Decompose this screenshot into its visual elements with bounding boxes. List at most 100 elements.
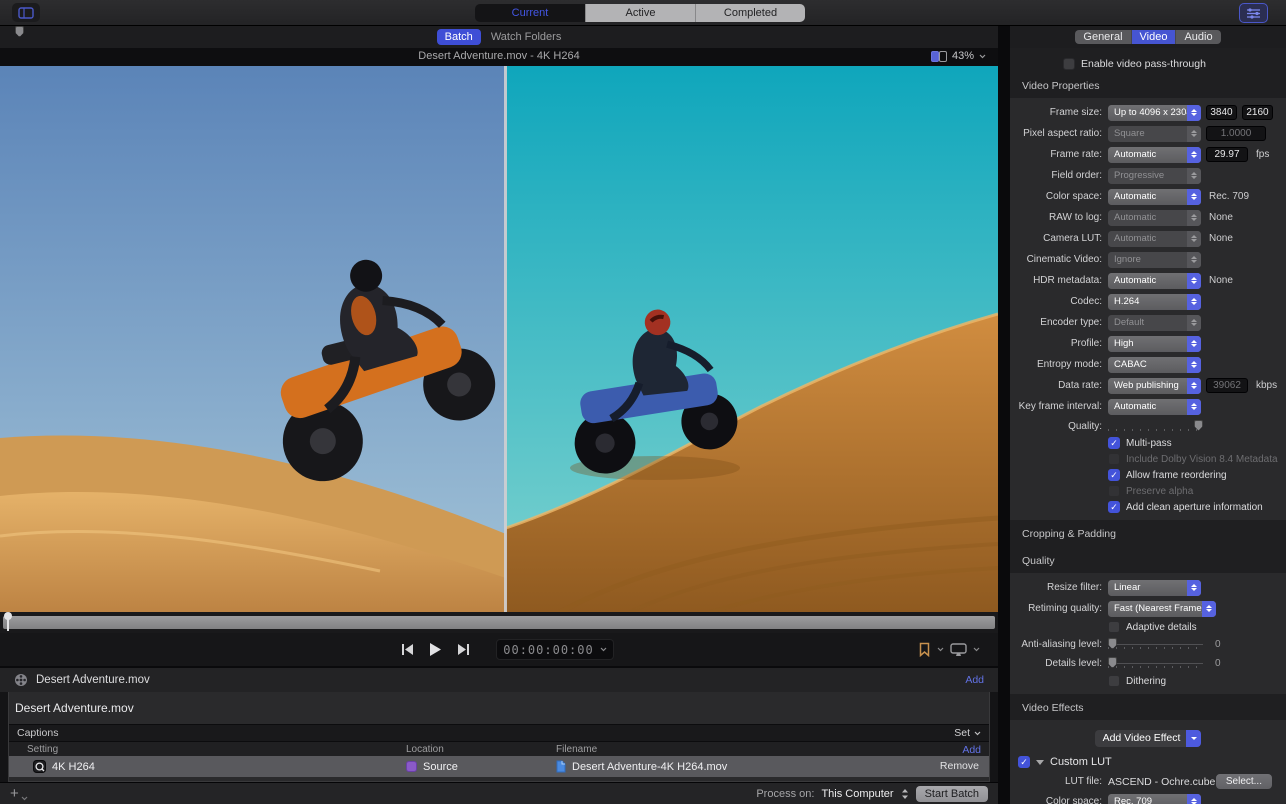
timecode-value: 00:00:00:00 — [503, 642, 594, 657]
playhead[interactable] — [4, 612, 12, 631]
display-icon[interactable] — [950, 642, 967, 657]
chevron-down-icon — [600, 647, 607, 652]
anti-aliasing-slider[interactable] — [1108, 638, 1203, 651]
dithering-checkbox[interactable] — [1108, 675, 1120, 687]
frame-size-label: Frame size: — [1049, 107, 1102, 118]
play-button[interactable] — [426, 640, 444, 660]
source-row[interactable]: Desert Adventure.mov — [9, 26, 989, 724]
profile-popup[interactable]: High — [1108, 335, 1201, 352]
clean-aperture-label: Add clean aperture information — [1126, 501, 1263, 513]
quality-slider[interactable] — [1108, 419, 1203, 433]
tab-batch[interactable]: Batch — [436, 29, 481, 45]
go-to-end-button[interactable] — [454, 640, 472, 660]
tab-completed[interactable]: Completed — [695, 4, 805, 22]
resize-filter-popup[interactable]: Linear — [1108, 579, 1201, 596]
resize-filter-value: Linear — [1114, 581, 1141, 593]
keyframe-interval-label: Key frame interval: — [1018, 401, 1102, 412]
retiming-quality-popup[interactable]: Fast (Nearest Frame) — [1108, 600, 1216, 617]
color-space-popup[interactable]: Automatic — [1108, 188, 1201, 205]
add-job-button[interactable]: + — [10, 784, 28, 802]
video-properties-panel: Frame size: Up to 4096 x 2304 3840 2160 … — [1010, 98, 1286, 520]
inspector-toggle-button[interactable] — [1239, 3, 1268, 23]
marker-menu-chevron-icon[interactable] — [937, 647, 944, 652]
custom-lut-checkbox[interactable] — [1018, 756, 1030, 768]
pass-through-checkbox[interactable] — [1063, 58, 1075, 70]
inspector-panel: General Video Audio Enable video pass-th… — [1010, 26, 1286, 804]
fps-field[interactable]: 29.97 — [1206, 147, 1248, 162]
keyframe-interval-popup[interactable]: Automatic — [1108, 398, 1201, 415]
process-on-label: Process on: — [756, 787, 815, 800]
desert-scene — [0, 66, 998, 612]
column-filename: Filename — [556, 744, 598, 755]
camera-lut-popup: Automatic — [1108, 230, 1201, 247]
frame-rate-popup[interactable]: Automatic — [1108, 146, 1201, 163]
clean-aperture-checkbox[interactable] — [1108, 501, 1120, 513]
preserve-alpha-label: Preserve alpha — [1126, 485, 1194, 497]
zoom-control[interactable]: 43% — [930, 50, 986, 62]
batch-view-toggle-button[interactable] — [12, 3, 40, 22]
preview-image — [0, 66, 998, 612]
frame-reordering-checkbox[interactable] — [1108, 469, 1120, 481]
hdr-metadata-popup[interactable]: Automatic — [1108, 272, 1201, 289]
tab-current[interactable]: Current — [475, 4, 585, 22]
preserve-alpha-checkbox — [1108, 485, 1120, 497]
multi-pass-checkbox[interactable] — [1108, 437, 1120, 449]
add-setting-link[interactable]: Add — [962, 744, 981, 756]
timecode-field[interactable]: 00:00:00:00 — [496, 639, 614, 660]
lut-color-space-popup[interactable]: Rec. 709 — [1108, 793, 1201, 804]
disclosure-triangle-icon[interactable] — [1036, 759, 1044, 765]
transport-bar: 00:00:00:00 — [0, 633, 998, 666]
tab-watch-folders[interactable]: Watch Folders — [491, 31, 562, 43]
tab-general[interactable]: General — [1075, 30, 1131, 44]
entropy-mode-popup[interactable]: CABAC — [1108, 356, 1201, 373]
frame-width-field[interactable]: 3840 — [1206, 105, 1237, 120]
color-space-label: Color space: — [1045, 191, 1102, 202]
details-level-label: Details level: — [1045, 658, 1102, 669]
raw-to-log-value: Automatic — [1114, 211, 1157, 223]
codec-popup[interactable]: H.264 — [1108, 293, 1201, 310]
dithering-label: Dithering — [1126, 675, 1167, 687]
color-space-suffix: Rec. 709 — [1209, 191, 1250, 202]
process-on-stepper-icon[interactable] — [901, 788, 909, 800]
chevron-down-icon — [21, 796, 28, 800]
marker-icon[interactable] — [918, 642, 931, 657]
adaptive-details-label: Adaptive details — [1126, 621, 1197, 633]
bottom-bar: + Process on: This Computer Start Batch — [0, 782, 998, 804]
custom-lut-title: Custom LUT — [1050, 756, 1112, 768]
pixel-aspect-popup: Square — [1108, 125, 1201, 142]
job-body: Desert Adventure.mov Captions Set Settin… — [8, 26, 990, 782]
remove-button[interactable]: Remove — [940, 760, 979, 772]
setting-icon — [33, 760, 46, 773]
select-lut-button[interactable]: Select... — [1215, 774, 1272, 789]
inspector-icon — [1247, 7, 1260, 19]
display-menu-chevron-icon[interactable] — [973, 647, 980, 652]
details-level-slider[interactable] — [1108, 657, 1203, 670]
location-icon — [406, 761, 417, 772]
section-cropping-padding[interactable]: Cropping & Padding — [1010, 520, 1286, 546]
output-row[interactable]: 4K H264 Source Desert Adventure-4K H264.… — [9, 756, 989, 777]
keyframe-interval-value: Automatic — [1114, 400, 1157, 412]
data-rate-popup[interactable]: Web publishing — [1108, 377, 1201, 394]
frame-height-field[interactable]: 2160 — [1242, 105, 1273, 120]
file-icon — [556, 760, 566, 773]
profile-label: Profile: — [1070, 338, 1102, 349]
dolby-vision-checkbox — [1108, 453, 1120, 465]
adaptive-details-checkbox[interactable] — [1108, 621, 1120, 633]
section-quality[interactable]: Quality — [1010, 547, 1286, 573]
column-setting: Setting — [27, 744, 59, 755]
tab-video[interactable]: Video — [1130, 30, 1176, 44]
frame-size-popup[interactable]: Up to 4096 x 2304 — [1108, 104, 1201, 121]
go-to-start-button[interactable] — [398, 640, 416, 660]
job-header[interactable]: Desert Adventure.mov Add — [0, 666, 998, 692]
add-video-effect-button[interactable]: Add Video Effect — [1094, 730, 1202, 747]
start-batch-button[interactable]: Start Batch — [915, 785, 988, 802]
plus-icon: + — [10, 784, 19, 802]
titlebar: Current Active Completed — [0, 0, 1286, 26]
profile-value: High — [1114, 337, 1134, 349]
timeline-scrubber[interactable] — [3, 616, 995, 629]
tab-audio[interactable]: Audio — [1175, 30, 1221, 44]
tab-active[interactable]: Active — [585, 4, 695, 22]
captions-set-menu[interactable]: Set — [954, 727, 981, 739]
add-output-link[interactable]: Add — [965, 674, 984, 686]
captions-set-label: Set — [954, 727, 970, 739]
